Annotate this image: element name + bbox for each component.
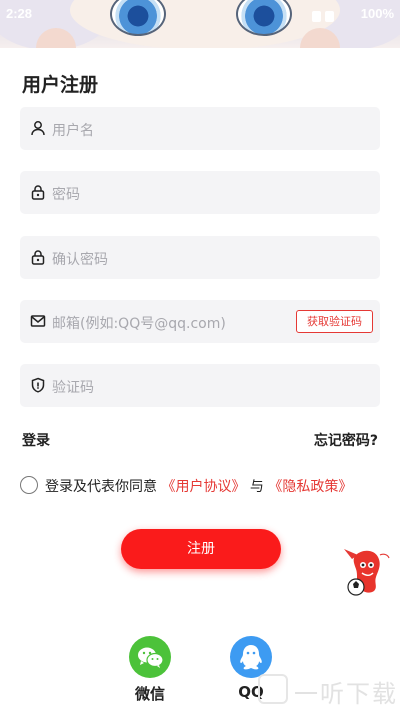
username-placeholder: 用户名	[52, 123, 94, 139]
watermark-text: 一听下载	[294, 680, 398, 708]
header-banner: 2:28 100%	[0, 0, 400, 48]
lock-icon	[31, 185, 45, 200]
status-battery: 100%	[360, 6, 394, 21]
mascot-icon[interactable]	[336, 543, 394, 601]
site-watermark: 一听下载	[258, 668, 400, 710]
email-field[interactable]: 邮箱(例如:QQ号@qq.com) 获取验证码	[20, 300, 380, 343]
user-agreement-link[interactable]: 《用户协议》	[161, 479, 245, 495]
get-code-button[interactable]: 获取验证码	[296, 310, 373, 333]
watermark-logo-icon	[258, 674, 288, 704]
confirm-password-field[interactable]: 确认密码	[20, 236, 380, 279]
forgot-password-link[interactable]: 忘记密码?	[314, 430, 378, 450]
agreement-and: 与	[249, 479, 264, 495]
wechat-icon	[129, 636, 171, 678]
password-placeholder: 密码	[52, 187, 80, 203]
page-title: 用户注册	[22, 74, 99, 96]
verification-code-field[interactable]: 验证码	[20, 364, 380, 407]
confirm-password-placeholder: 确认密码	[52, 252, 108, 268]
shield-icon	[31, 377, 45, 393]
agreement-prefix: 登录及代表你同意	[45, 479, 157, 495]
email-placeholder: 邮箱(例如:QQ号@qq.com)	[52, 316, 226, 332]
wechat-label: 微信	[134, 685, 165, 703]
wechat-login-button[interactable]: 微信	[115, 636, 185, 704]
verification-code-placeholder: 验证码	[52, 380, 94, 396]
agreement-row: 登录及代表你同意 《用户协议》 与 《隐私政策》	[20, 474, 380, 496]
privacy-policy-link[interactable]: 《隐私政策》	[268, 479, 352, 495]
password-field[interactable]: 密码	[20, 171, 380, 214]
mail-icon	[30, 315, 46, 327]
login-link[interactable]: 登录	[22, 430, 50, 450]
user-icon	[31, 121, 45, 136]
status-icons	[308, 7, 348, 22]
username-field[interactable]: 用户名	[20, 107, 380, 150]
register-button[interactable]: 注册	[121, 529, 281, 569]
status-bar: 2:28 100%	[0, 0, 400, 26]
lock-icon	[31, 250, 45, 265]
status-time: 2:28	[6, 6, 33, 21]
agreement-radio[interactable]	[20, 476, 38, 494]
